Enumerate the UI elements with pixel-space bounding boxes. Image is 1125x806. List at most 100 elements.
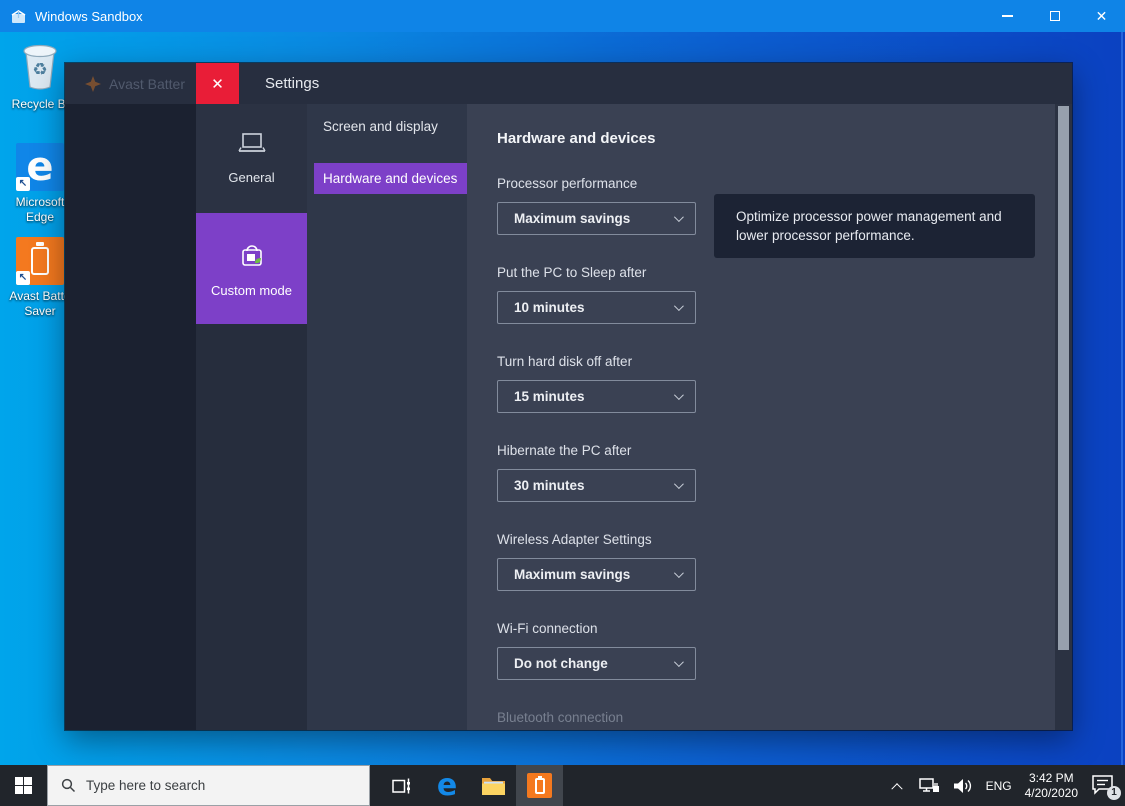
field-wireless-adapter: Wireless Adapter Settings Maximum saving…	[497, 532, 1055, 591]
sandbox-titlebar: Windows Sandbox ✕	[0, 0, 1125, 32]
select-value: Maximum savings	[514, 567, 631, 582]
speaker-icon[interactable]	[953, 777, 973, 795]
field-label: Wireless Adapter Settings	[497, 532, 652, 547]
avast-logo-icon	[85, 75, 101, 92]
taskbar: e	[0, 765, 1125, 806]
task-view-button[interactable]	[378, 765, 424, 806]
select-value: 10 minutes	[514, 300, 585, 315]
wireless-adapter-select[interactable]: Maximum savings	[497, 558, 696, 591]
desktop: ♻ Recycle Bi e ↖ Microsoft Edge ↖ Avast …	[0, 32, 1125, 765]
chevron-down-icon	[673, 390, 684, 401]
windows-sandbox-icon	[11, 9, 26, 23]
field-label: Put the PC to Sleep after	[497, 265, 647, 280]
select-value: 30 minutes	[514, 478, 585, 493]
field-hard-disk-off: Turn hard disk off after 15 minutes	[497, 354, 1055, 413]
taskbar-icons: e	[378, 765, 563, 806]
language-indicator[interactable]: ENG	[986, 779, 1012, 793]
app-titlebar-ghost: Avast Batter	[65, 63, 196, 104]
maximize-icon	[1049, 11, 1060, 21]
recycle-bin-icon: ♻	[16, 37, 64, 93]
field-label: Wi-Fi connection	[497, 621, 598, 636]
notification-badge: 1	[1107, 785, 1121, 800]
chevron-up-icon	[890, 782, 903, 794]
processor-performance-select[interactable]: Maximum savings	[497, 202, 696, 235]
avast-settings-window: Avast Batter ✕ Settings General Custom m…	[65, 63, 1072, 730]
sidebar-item-custom-mode[interactable]: Custom mode	[196, 213, 307, 324]
clock-time: 3:42 PM	[1028, 770, 1074, 785]
sandbox-screen: Windows Sandbox ✕ ♻ Recycle Bi e ↖ Micro…	[0, 0, 1125, 806]
shortcut-arrow-icon: ↖	[16, 177, 30, 191]
field-label: Turn hard disk off after	[497, 354, 633, 369]
action-center-button[interactable]: 1	[1091, 774, 1121, 800]
window-controls: ✕	[984, 0, 1125, 32]
scrollbar-thumb[interactable]	[1058, 106, 1069, 650]
start-button[interactable]	[0, 765, 47, 806]
field-sleep-after: Put the PC to Sleep after 10 minutes	[497, 265, 1055, 324]
minimize-button[interactable]	[984, 0, 1031, 32]
field-hibernate-after: Hibernate the PC after 30 minutes	[497, 443, 1055, 502]
taskbar-search[interactable]	[47, 765, 370, 806]
chevron-down-icon	[673, 212, 684, 223]
windows-logo-icon	[15, 777, 32, 794]
close-icon: ✕	[211, 75, 224, 93]
hard-disk-off-select[interactable]: 15 minutes	[497, 380, 696, 413]
tray-chevron-button[interactable]	[888, 776, 906, 796]
sidebar-item-general[interactable]: General	[196, 104, 307, 213]
avast-battery-saver-icon: ↖	[16, 237, 64, 285]
edge-icon: e	[436, 767, 458, 803]
search-icon	[61, 778, 76, 793]
field-label-bluetooth: Bluetooth connection	[497, 710, 624, 725]
settings-page-title: Settings	[265, 75, 320, 92]
avast-battery-saver-icon	[527, 773, 552, 798]
mode-sidebar: General Custom mode	[196, 104, 307, 730]
settings-header: Avast Batter ✕ Settings	[65, 63, 1072, 104]
window-left-panel	[65, 104, 196, 730]
sidebar-item-label: General	[228, 170, 275, 185]
app-title-text: Avast Batter	[109, 75, 186, 92]
scrollbar-track[interactable]	[1055, 104, 1072, 730]
taskbar-clock[interactable]: 3:42 PM 4/20/2020	[1025, 771, 1078, 801]
hibernate-after-select[interactable]: 30 minutes	[497, 469, 696, 502]
close-button[interactable]: ✕	[1078, 0, 1125, 32]
field-wifi-connection: Wi-Fi connection Do not change	[497, 621, 1055, 680]
taskbar-edge-button[interactable]: e	[424, 765, 470, 806]
processor-performance-tooltip: Optimize processor power management and …	[714, 194, 1035, 258]
file-explorer-icon	[481, 777, 505, 795]
network-icon[interactable]	[918, 777, 940, 795]
task-view-icon	[391, 778, 410, 793]
clock-date: 4/20/2020	[1024, 785, 1078, 800]
settings-body: General Custom mode Screen and display H…	[65, 104, 1072, 730]
edge-icon: e ↖	[16, 143, 64, 191]
sleep-after-select[interactable]: 10 minutes	[497, 291, 696, 324]
taskbar-avast-button[interactable]	[516, 765, 563, 806]
chevron-down-icon	[673, 479, 684, 490]
chevron-down-icon	[673, 657, 684, 668]
wifi-connection-select[interactable]: Do not change	[497, 647, 696, 680]
chevron-down-icon	[673, 301, 684, 312]
field-label: Hibernate the PC after	[497, 443, 632, 458]
nav-item-hardware-and-devices[interactable]: Hardware and devices	[314, 163, 467, 194]
nav-item-screen-and-display[interactable]: Screen and display	[323, 119, 438, 134]
system-tray: ENG 3:42 PM 4/20/2020 1	[888, 765, 1125, 806]
battery-icon	[31, 242, 49, 275]
sidebar-item-label: Custom mode	[211, 283, 292, 298]
chevron-down-icon	[673, 568, 684, 579]
maximize-button[interactable]	[1031, 0, 1078, 32]
window-title: Windows Sandbox	[35, 8, 143, 24]
svg-text:♻: ♻	[32, 60, 47, 80]
select-value: Do not change	[514, 656, 608, 671]
battery-icon	[534, 775, 545, 794]
close-icon: ✕	[1095, 8, 1108, 24]
custom-mode-icon	[241, 245, 262, 266]
select-value: 15 minutes	[514, 389, 585, 404]
settings-close-button[interactable]: ✕	[196, 63, 239, 104]
minimize-icon	[1002, 15, 1013, 17]
settings-content: Hardware and devices Processor performan…	[467, 104, 1055, 730]
tooltip-text: Optimize processor power management and …	[736, 209, 1002, 243]
search-input[interactable]	[86, 778, 336, 793]
select-value: Maximum savings	[514, 211, 631, 226]
page-title: Hardware and devices	[497, 130, 656, 147]
settings-nav: Screen and display Hardware and devices	[307, 104, 467, 730]
file-explorer-button[interactable]	[470, 765, 516, 806]
laptop-icon	[237, 133, 266, 152]
